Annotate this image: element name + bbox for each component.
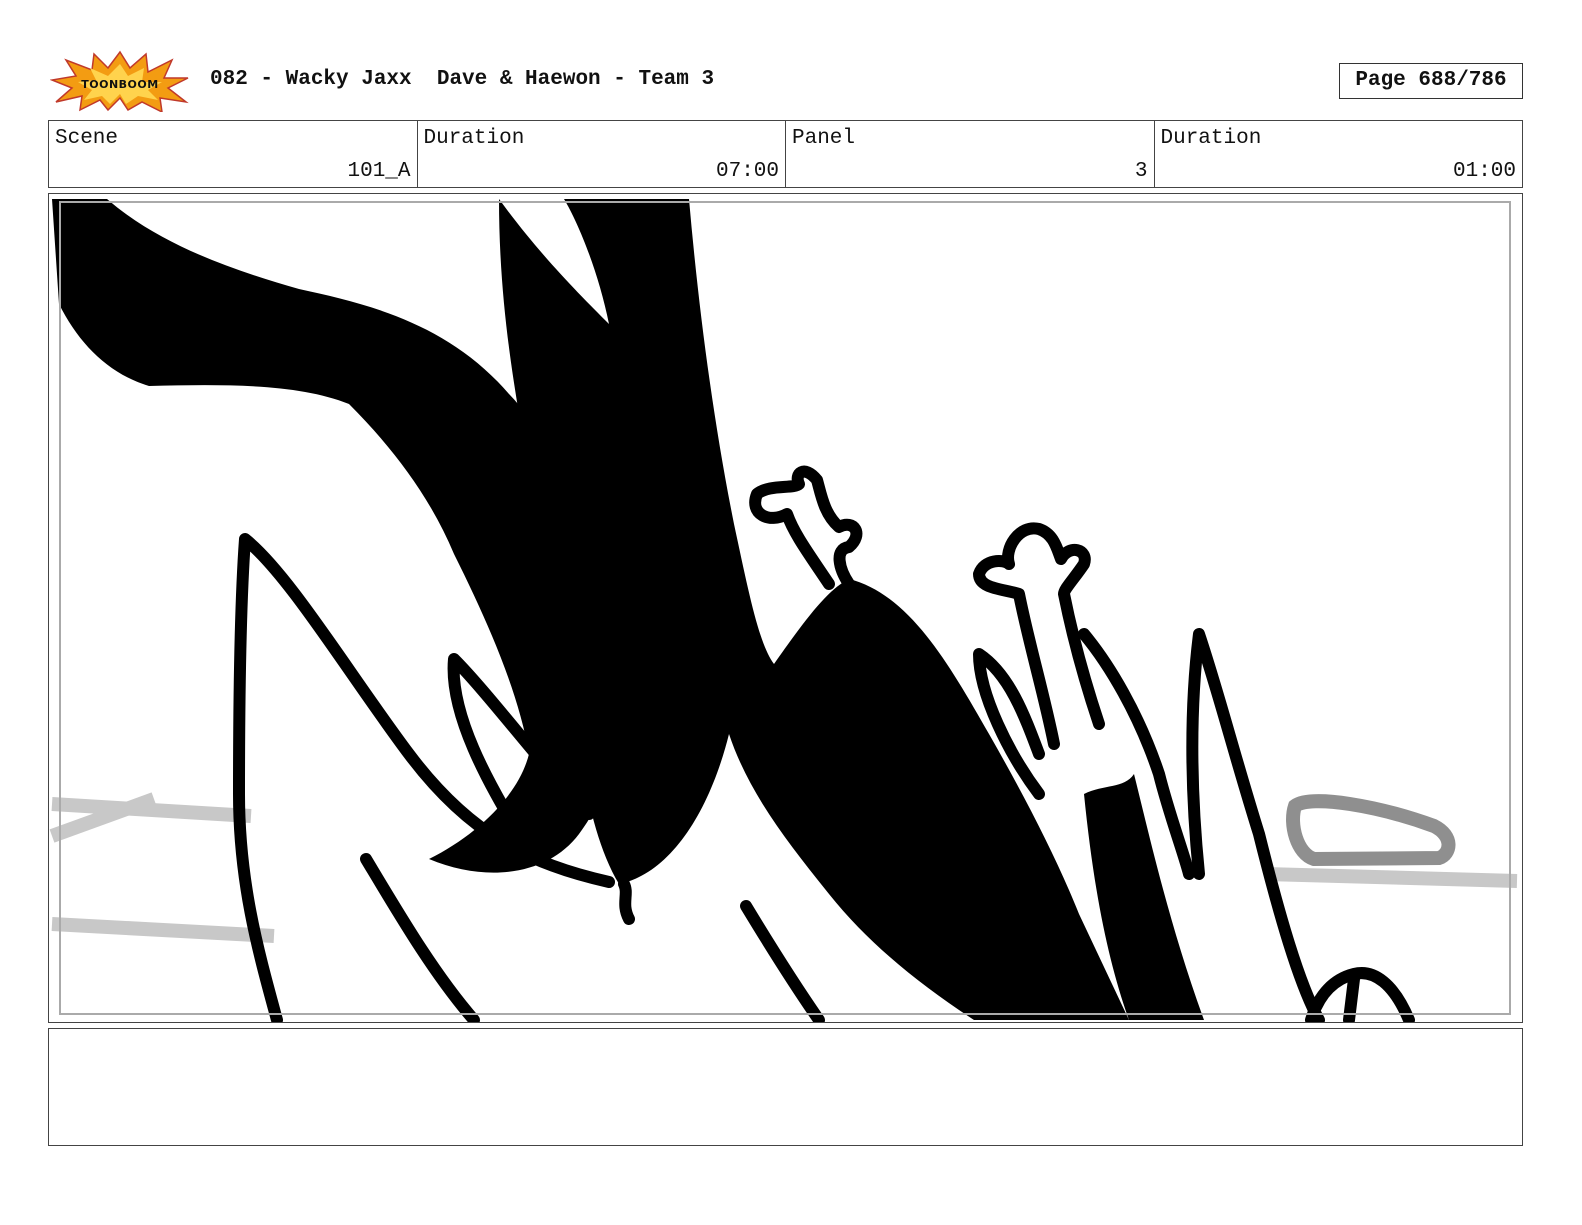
panel-duration-value: 01:00: [1452, 160, 1516, 183]
storyboard-title: 082 - Wacky Jaxx Dave & Haewon - Team 3: [210, 68, 715, 91]
page-counter: Page 688/786: [1339, 63, 1523, 99]
panel-label: Panel: [792, 127, 856, 150]
scene-duration-label: Duration: [423, 127, 525, 150]
panel-image-frame: [48, 193, 1523, 1023]
logo-text: TOONBOOM: [81, 78, 159, 91]
panel-notes-box[interactable]: [48, 1028, 1523, 1146]
storyboard-header: TOONBOOM 082 - Wacky Jaxx Dave & Haewon …: [0, 0, 1582, 120]
safe-area-guide: [59, 201, 1511, 1015]
panel-value: 3: [1134, 160, 1148, 183]
panel-duration-cell: Duration 01:00: [1155, 121, 1523, 187]
panel-cell: Panel 3: [786, 121, 1155, 187]
panel-duration-label: Duration: [1160, 127, 1262, 150]
toonboom-logo: TOONBOOM: [49, 50, 190, 114]
scene-duration-cell: Duration 07:00: [418, 121, 786, 187]
scene-value: 101_A: [347, 160, 411, 183]
scene-info-row: Scene 101_A Duration 07:00 Panel 3 Durat…: [48, 120, 1523, 188]
scene-label: Scene: [55, 127, 119, 150]
scene-duration-value: 07:00: [715, 160, 779, 183]
scene-cell: Scene 101_A: [49, 121, 418, 187]
